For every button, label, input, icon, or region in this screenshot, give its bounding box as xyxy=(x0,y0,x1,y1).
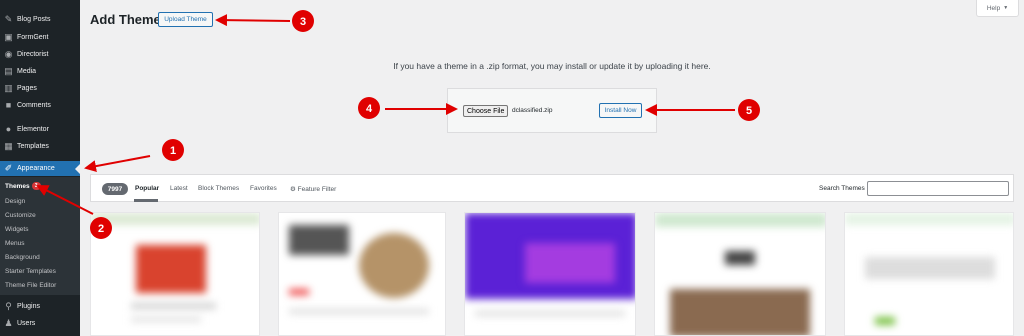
theme-filter-bar: 7997 Popular Latest Block Themes Favorit… xyxy=(90,174,1014,202)
caret-down-icon: ▼ xyxy=(1003,5,1009,11)
sidebar-item-label: Elementor xyxy=(17,125,49,133)
sidebar-item-comments[interactable]: ■ Comments xyxy=(0,97,80,113)
submenu-item-starter-templates[interactable]: Starter Templates xyxy=(5,266,56,278)
step-number: 5 xyxy=(746,105,752,117)
step-marker-4: 4 xyxy=(358,97,380,119)
comment-icon: ■ xyxy=(5,100,12,110)
submenu-item-design[interactable]: Design xyxy=(5,196,25,208)
plugin-icon: ⚲ xyxy=(5,300,12,311)
step-number: 3 xyxy=(300,16,306,28)
page-title: Add Themes xyxy=(90,12,169,27)
user-icon: ♟ xyxy=(4,317,13,328)
search-themes-label: Search Themes xyxy=(819,185,865,192)
sidebar-item-label: FormGent xyxy=(17,33,49,41)
sidebar-item-directorist[interactable]: ◉ Directorist xyxy=(0,46,80,62)
help-tab[interactable]: Help ▼ xyxy=(976,0,1019,17)
submenu-item-widgets[interactable]: Widgets xyxy=(5,224,28,236)
directory-icon: ◉ xyxy=(4,48,13,59)
upload-form: Choose File dclassified.zip Install Now xyxy=(447,88,657,133)
feature-filter-label: Feature Filter xyxy=(297,186,337,193)
pin-icon: ✎ xyxy=(4,13,13,24)
submenu-item-customize[interactable]: Customize xyxy=(5,210,36,222)
sidebar-item-pages[interactable]: ▥ Pages xyxy=(0,80,80,96)
theme-card[interactable] xyxy=(278,212,446,336)
tab-feature-filter[interactable]: ⚙ Feature Filter xyxy=(290,185,336,193)
sidebar-item-label: Comments xyxy=(17,101,51,109)
sidebar-item-label: Blog Posts xyxy=(17,15,51,23)
tab-popular[interactable]: Popular xyxy=(135,185,159,192)
help-label: Help xyxy=(986,4,1001,12)
upload-description: If you have a theme in a .zip format, yo… xyxy=(393,61,711,71)
step-marker-3: 3 xyxy=(292,10,314,32)
sidebar-item-blog-posts[interactable]: ✎ Blog Posts xyxy=(0,11,80,27)
arrow-1 xyxy=(84,155,151,173)
sidebar-item-plugins[interactable]: ⚲ Plugins xyxy=(0,298,80,314)
submenu-item-themes[interactable]: Themes 3 xyxy=(5,181,41,193)
sidebar-item-label: Users xyxy=(17,319,36,327)
theme-card[interactable] xyxy=(844,212,1014,336)
sidebar-item-elementor[interactable]: ● Elementor xyxy=(0,121,80,137)
active-tab-underline xyxy=(134,199,158,202)
step-marker-1: 1 xyxy=(162,139,184,161)
submenu-item-label: Themes xyxy=(5,183,30,190)
theme-card[interactable] xyxy=(464,212,636,336)
step-number: 1 xyxy=(170,145,176,157)
gear-icon: ⚙ xyxy=(290,186,296,193)
step-number: 4 xyxy=(366,103,373,115)
tab-block-themes[interactable]: Block Themes xyxy=(198,185,239,192)
sidebar-item-label: Plugins xyxy=(17,302,40,310)
pages-icon: ▥ xyxy=(4,82,13,93)
tab-favorites[interactable]: Favorites xyxy=(250,185,277,192)
sidebar-item-label: Directorist xyxy=(17,50,49,58)
templates-icon: ▦ xyxy=(4,140,13,151)
brush-icon: ✐ xyxy=(4,163,13,173)
active-indicator xyxy=(75,164,80,174)
sidebar-item-label: Templates xyxy=(17,142,49,150)
sidebar-item-users[interactable]: ♟ Users xyxy=(0,315,80,331)
upload-theme-button[interactable]: Upload Theme xyxy=(158,12,213,27)
sidebar-item-appearance[interactable]: ✐ Appearance xyxy=(0,161,80,176)
install-now-button[interactable]: Install Now xyxy=(599,103,642,118)
sidebar-item-label: Appearance xyxy=(17,165,55,172)
sidebar-item-formgent[interactable]: ▣ FormGent xyxy=(0,29,80,45)
update-count-badge: 3 xyxy=(31,182,41,191)
admin-sidebar: ✎ Blog Posts ▣ FormGent ◉ Directorist ▤ … xyxy=(0,0,80,336)
arrow-3 xyxy=(215,14,291,27)
theme-card[interactable] xyxy=(90,212,260,336)
choose-file-button[interactable]: Choose File xyxy=(463,105,509,117)
selected-file-name: dclassified.zip xyxy=(512,107,553,114)
theme-count: 7997 xyxy=(102,183,128,195)
sidebar-item-templates[interactable]: ▦ Templates xyxy=(0,138,80,154)
submenu-item-background[interactable]: Background xyxy=(5,252,40,264)
elementor-icon: ● xyxy=(5,124,12,134)
tab-latest[interactable]: Latest xyxy=(170,185,188,192)
sidebar-item-label: Pages xyxy=(17,84,37,92)
step-marker-5: 5 xyxy=(738,99,760,121)
search-themes-input[interactable] xyxy=(867,181,1009,196)
appearance-submenu: Themes 3 Design Customize Widgets Menus B… xyxy=(0,177,80,295)
form-icon: ▣ xyxy=(4,31,13,42)
submenu-item-theme-file-editor[interactable]: Theme File Editor xyxy=(5,280,56,292)
theme-card[interactable] xyxy=(654,212,826,336)
submenu-item-menus[interactable]: Menus xyxy=(5,238,25,250)
